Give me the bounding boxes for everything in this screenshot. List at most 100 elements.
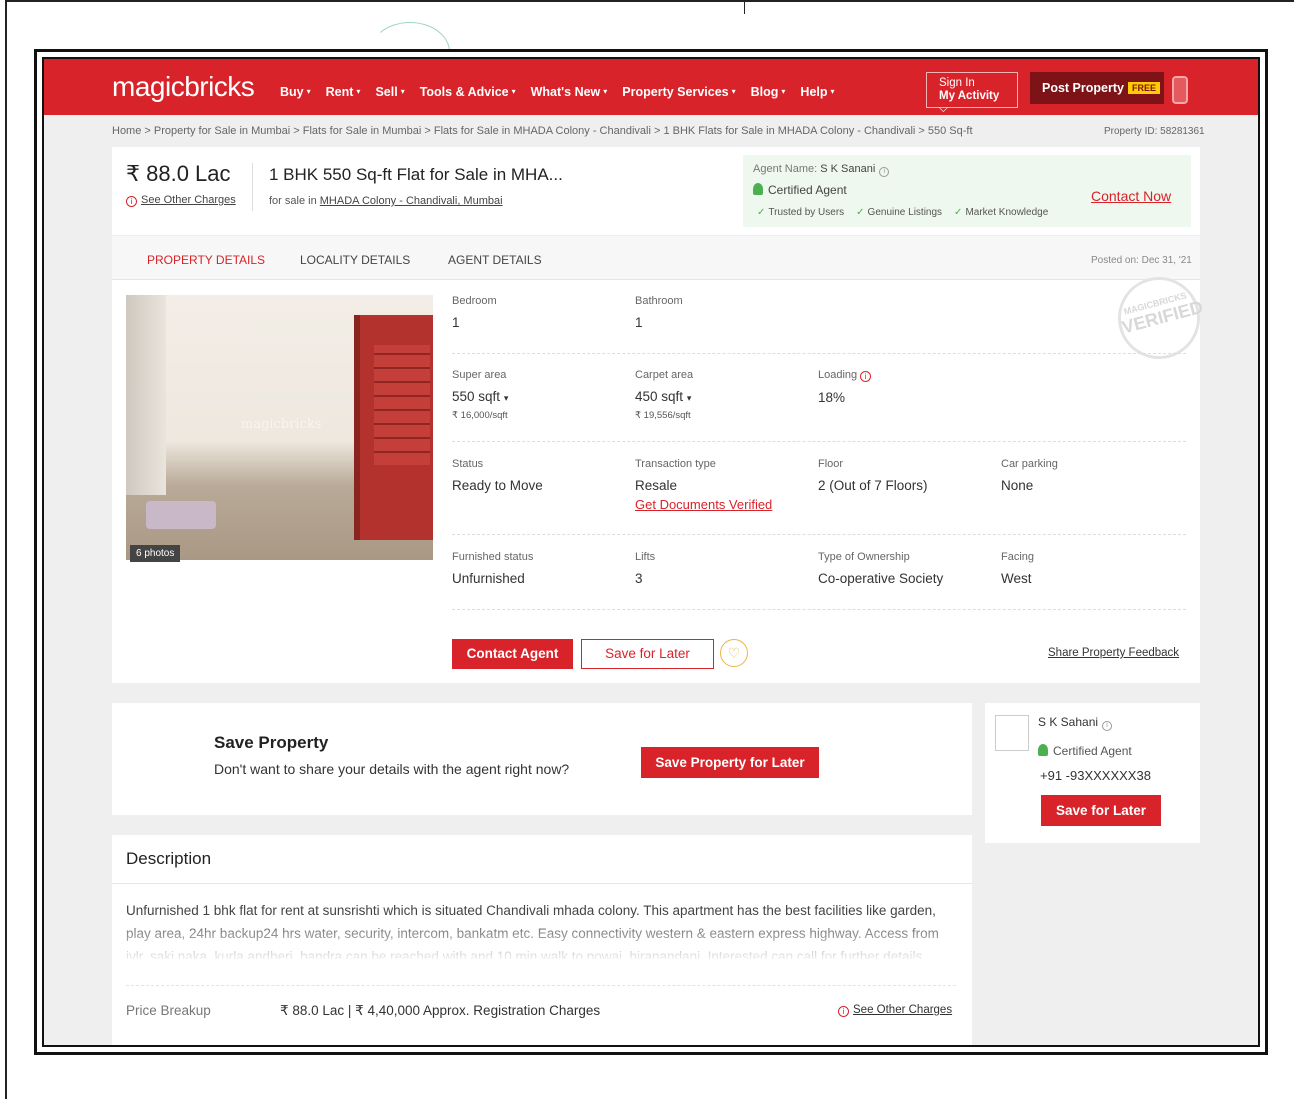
save-property-for-later-button[interactable]: Save Property for Later [641, 747, 819, 778]
post-property-button[interactable]: Post Property FREE [1030, 72, 1164, 104]
nav-tools-advice[interactable]: Tools & Advice ▾ [420, 85, 516, 99]
field-value[interactable]: 550 sqft ▾ [452, 389, 508, 404]
info-icon: i [838, 1006, 849, 1017]
share-property-feedback-link[interactable]: Share Property Feedback [1048, 647, 1179, 659]
field-value: Ready to Move [452, 478, 543, 493]
heart-icon[interactable]: ♡ [720, 639, 748, 667]
field-loading: Loading i 18% [818, 369, 872, 405]
nav-label: Rent [325, 85, 354, 99]
info-icon: i [126, 196, 137, 207]
tab-property-details[interactable]: PROPERTY DETAILS [147, 253, 265, 267]
field-value: West [1001, 571, 1032, 586]
certified-badge-icon [1038, 744, 1048, 756]
agent-avatar [995, 715, 1029, 751]
info-icon[interactable]: i [860, 371, 872, 382]
price-breakup-label: Price Breakup [126, 1003, 211, 1018]
field-label: Status [452, 458, 484, 470]
field-sub: ₹ 16,000/sqft [452, 410, 508, 421]
frame-left-line [5, 0, 7, 1099]
property-photo[interactable]: magicbricks [126, 295, 433, 560]
save-property-subtitle: Don't want to share your details with th… [214, 761, 570, 777]
field-label: Floor [818, 458, 844, 470]
side-save-for-later-button[interactable]: Save for Later [1041, 795, 1161, 826]
field-label: Carpet area [635, 369, 694, 381]
field-value: Co-operative Society [818, 571, 944, 586]
certified-badge-icon [753, 183, 763, 195]
photo-door-grid [374, 345, 430, 465]
field-facing: Facing West [1001, 551, 1034, 586]
nav-blog[interactable]: Blog ▾ [751, 85, 786, 99]
nav-property-services[interactable]: Property Services ▾ [622, 85, 735, 99]
nav-help[interactable]: Help ▾ [800, 85, 834, 99]
sign-in-button[interactable]: Sign In My Activity ⌵ [926, 72, 1018, 115]
tab-locality-details[interactable]: LOCALITY DETAILS [300, 253, 410, 267]
breadcrumb[interactable]: Home > Property for Sale in Mumbai > Fla… [112, 125, 973, 137]
nav-label: Help [800, 85, 828, 99]
contact-agent-button[interactable]: Contact Agent [452, 639, 573, 669]
property-title: 1 BHK 550 Sq-ft Flat for Sale in MHA... [269, 165, 563, 184]
field-value: 1 [635, 315, 643, 330]
nav-label: Buy [280, 85, 304, 99]
location-link[interactable]: MHADA Colony - Chandivali, Mumbai [320, 195, 503, 207]
trust-label: Trusted by Users [768, 207, 845, 218]
free-badge: FREE [1127, 82, 1160, 94]
sign-in-label: Sign In [939, 77, 975, 89]
nav-label: Blog [750, 85, 779, 99]
divider [252, 163, 253, 211]
for-sale-prefix: for sale in [269, 195, 317, 207]
chevron-down-icon: ▾ [830, 87, 835, 96]
info-icon[interactable]: i [879, 167, 890, 177]
row-divider [452, 534, 1186, 535]
save-property-title: Save Property [214, 733, 329, 752]
nav-sell[interactable]: Sell ▾ [375, 85, 404, 99]
mobile-app-icon[interactable] [1172, 76, 1188, 104]
my-activity-label: My Activity [939, 90, 1000, 102]
see-other-charges-link[interactable]: i See Other Charges [126, 194, 236, 207]
save-property-card: Save Property Don't want to share your d… [112, 703, 972, 815]
nav-whats-new[interactable]: What's New ▾ [531, 85, 608, 99]
main-nav: Buy ▾ Rent ▾ Sell ▾ Tools & Advice ▾ What's … [280, 85, 835, 99]
nav-label: What's New [530, 85, 601, 99]
tab-agent-details[interactable]: AGENT DETAILS [448, 253, 542, 267]
nav-rent[interactable]: Rent ▾ [326, 85, 361, 99]
field-value: 3 [635, 571, 643, 586]
see-other-charges-link-2[interactable]: i See Other Charges [838, 1004, 952, 1017]
field-transaction-type: Transaction type Resale Get Documents Ve… [635, 458, 772, 512]
trust-indicators: ✓ Trusted by Users ✓ Genuine Listings ✓ Mar… [757, 207, 1048, 218]
field-floor: Floor 2 (Out of 7 Floors) [818, 458, 928, 493]
nav-buy[interactable]: Buy ▾ [280, 85, 311, 99]
caret-down-icon: ▾ [686, 393, 692, 403]
trust-item: ✓ Market Knowledge [954, 207, 1048, 218]
field-label: Transaction type [635, 458, 716, 470]
field-car-parking: Car parking None [1001, 458, 1058, 493]
field-value: Unfurnished [452, 571, 525, 586]
field-value: Resale [635, 478, 678, 493]
row-divider [452, 609, 1186, 610]
post-property-label: Post Property [1042, 81, 1124, 95]
side-certified-row: Certified Agent [1038, 744, 1132, 758]
posted-on-date: Posted on: Dec 31, '21 [1091, 255, 1192, 266]
chevron-down-icon: ▾ [400, 87, 405, 96]
field-label: Car parking [1001, 458, 1058, 470]
trust-label: Genuine Listings [867, 207, 943, 218]
field-value[interactable]: 450 sqft ▾ [635, 389, 693, 404]
nav-label: Sell [375, 85, 398, 99]
field-carpet-area: Carpet area 450 sqft ▾ ₹ 19,556/sqft [635, 369, 693, 421]
save-for-later-button[interactable]: Save for Later [581, 639, 714, 669]
info-icon[interactable]: i [1102, 721, 1113, 731]
chevron-down-icon: ▾ [511, 87, 516, 96]
magicbricks-logo[interactable]: magicbricks [112, 71, 255, 103]
screenshot-frame: magicbricks Buy ▾ Rent ▾ Sell ▾ Tools & Adv… [34, 49, 1268, 1055]
contact-now-link[interactable]: Contact Now [1091, 188, 1171, 204]
agent-name-label: Agent Name: [753, 163, 818, 175]
check-icon: ✓ [856, 207, 865, 218]
trust-item: ✓ Trusted by Users [757, 207, 844, 218]
field-lifts: Lifts 3 [635, 551, 655, 586]
field-value: 18% [818, 390, 846, 405]
detail-tabs: PROPERTY DETAILS LOCALITY DETAILS AGENT … [112, 235, 1200, 280]
browser-viewport: magicbricks Buy ▾ Rent ▾ Sell ▾ Tools & Adv… [42, 57, 1260, 1047]
photo-count-badge[interactable]: 6 photos [130, 545, 181, 562]
get-documents-verified-link[interactable]: Get Documents Verified [635, 497, 772, 512]
agent-name-row: Agent Name: S K Sanani i [753, 163, 890, 177]
description-title: Description [126, 849, 212, 868]
